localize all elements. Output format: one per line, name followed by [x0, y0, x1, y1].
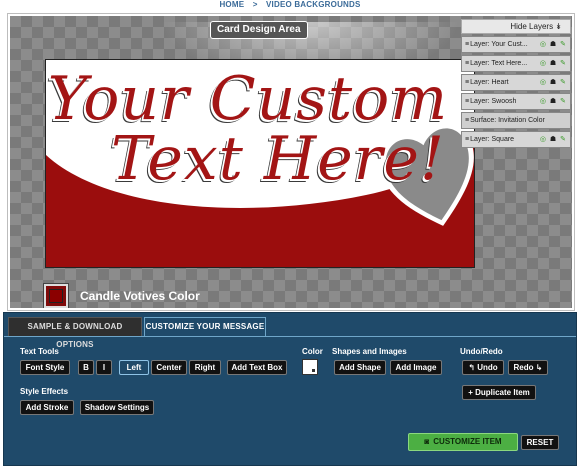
shapes-images-label: Shapes and Images [332, 347, 407, 356]
redo-icon: ↳ [535, 363, 543, 372]
add-stroke-button[interactable]: Add Stroke [20, 400, 74, 415]
style-effects-label: Style Effects [20, 387, 69, 396]
tab-divider [4, 336, 576, 337]
swatch-fill [49, 289, 63, 303]
lock-icon[interactable]: ≡ [465, 60, 469, 67]
add-text-box-button[interactable]: Add Text Box [227, 360, 287, 375]
card-text-line-1[interactable]: Your Custom [46, 66, 462, 132]
camera-icon: ◙ [424, 437, 430, 446]
layer-row-swoosh[interactable]: ≡Layer: Swoosh ◎ ☗ ✎ [461, 93, 571, 110]
card-text-line-2[interactable]: Text Here! [64, 126, 474, 192]
hide-layers-button[interactable]: Hide Layers ↡ [461, 19, 571, 34]
customize-item-button[interactable]: ◙ CUSTOMIZE ITEM [408, 433, 518, 451]
card-canvas[interactable]: Your Custom Text Here! [45, 59, 475, 268]
breadcrumb-current-link[interactable]: VIDEO BACKGROUNDS [266, 0, 361, 9]
person-icon[interactable]: ☗ [550, 60, 557, 67]
undo-button[interactable]: ↰ Undo [462, 360, 504, 375]
edit-icon[interactable]: ✎ [560, 98, 567, 105]
edit-icon[interactable]: ✎ [560, 41, 567, 48]
tab-sample-download[interactable]: SAMPLE & DOWNLOAD OPTIONS [8, 317, 142, 349]
card-design-area-title: Card Design Area [210, 21, 308, 39]
layer-row-heart[interactable]: ≡Layer: Heart ◎ ☗ ✎ [461, 74, 571, 91]
layers-panel: Hide Layers ↡ ≡Layer: Your Cust... ◎ ☗ ✎… [461, 19, 571, 150]
layer-label: Layer: Text Here... [470, 60, 528, 67]
layer-label: Layer: Swoosh [470, 98, 517, 105]
layer-label: Layer: Your Cust... [470, 41, 528, 48]
duplicate-item-button[interactable]: + Duplicate Item [462, 385, 536, 400]
customization-panel: SAMPLE & DOWNLOAD OPTIONS CUSTOMIZE YOUR… [3, 312, 577, 466]
visibility-icon[interactable]: ◎ [540, 79, 547, 86]
undo-label: Undo [477, 363, 498, 372]
layer-actions: ◎ ☗ ✎ [540, 56, 567, 71]
text-tools-label: Text Tools [20, 347, 59, 356]
tab-customize-message[interactable]: CUSTOMIZE YOUR MESSAGE [144, 317, 266, 337]
visibility-icon[interactable]: ◎ [540, 60, 547, 67]
edit-icon[interactable]: ✎ [560, 136, 567, 143]
layer-actions: ◎ ☗ ✎ [540, 94, 567, 109]
edit-icon[interactable]: ✎ [560, 60, 567, 67]
text-color-picker[interactable] [302, 359, 318, 375]
hide-layers-label: Hide Layers [510, 22, 554, 31]
redo-label: Redo [513, 363, 534, 372]
customize-item-label: CUSTOMIZE ITEM [433, 437, 502, 446]
plus-icon: + [468, 388, 473, 397]
breadcrumb: HOME > VIDEO BACKGROUNDS [0, 0, 580, 14]
bold-button[interactable]: B [78, 360, 94, 375]
layer-row-your-custom[interactable]: ≡Layer: Your Cust... ◎ ☗ ✎ [461, 36, 571, 53]
lock-icon[interactable]: ≡ [465, 79, 469, 86]
lock-icon[interactable]: ≡ [465, 136, 469, 143]
layer-row-text-here[interactable]: ≡Layer: Text Here... ◎ ☗ ✎ [461, 55, 571, 72]
person-icon[interactable]: ☗ [550, 79, 557, 86]
breadcrumb-separator: > [252, 0, 258, 9]
edit-icon[interactable]: ✎ [560, 79, 567, 86]
candle-votives-color-label: Candle Votives Color [80, 289, 200, 303]
align-center-button[interactable]: Center [151, 360, 187, 375]
add-image-button[interactable]: Add Image [390, 360, 442, 375]
person-icon[interactable]: ☗ [550, 136, 557, 143]
breadcrumb-home-link[interactable]: HOME [219, 0, 244, 9]
align-right-button[interactable]: Right [189, 360, 221, 375]
align-left-button[interactable]: Left [119, 360, 149, 375]
lock-icon[interactable]: ≡ [465, 117, 469, 124]
font-style-button[interactable]: Font Style [20, 360, 70, 375]
candle-votives-color-swatch[interactable] [43, 283, 69, 308]
person-icon[interactable]: ☗ [550, 41, 557, 48]
duplicate-label: Duplicate Item [475, 388, 530, 397]
layer-actions: ◎ ☗ ✎ [540, 132, 567, 147]
shadow-settings-button[interactable]: Shadow Settings [80, 400, 154, 415]
lock-icon[interactable]: ≡ [465, 98, 469, 105]
layer-actions: ◎ ☗ ✎ [540, 75, 567, 90]
color-label: Color [302, 347, 323, 356]
add-shape-button[interactable]: Add Shape [334, 360, 386, 375]
undo-redo-label: Undo/Redo [460, 347, 503, 356]
lock-icon[interactable]: ≡ [465, 41, 469, 48]
layer-row-square[interactable]: ≡Layer: Square ◎ ☗ ✎ [461, 131, 571, 148]
layer-label: Layer: Heart [470, 79, 509, 86]
layer-label: Surface: Invitation Color [470, 117, 545, 124]
card-design-stage: Card Design Area Your Custom Text Here! … [7, 13, 575, 311]
person-icon[interactable]: ☗ [550, 98, 557, 105]
layer-row-surface[interactable]: ≡Surface: Invitation Color [461, 112, 571, 129]
undo-icon: ↰ [468, 363, 476, 372]
visibility-icon[interactable]: ◎ [540, 41, 547, 48]
visibility-icon[interactable]: ◎ [540, 98, 547, 105]
reset-button[interactable]: RESET [521, 435, 559, 450]
redo-button[interactable]: Redo ↳ [508, 360, 548, 375]
layer-actions: ◎ ☗ ✎ [540, 37, 567, 52]
visibility-icon[interactable]: ◎ [540, 136, 547, 143]
italic-button[interactable]: I [96, 360, 112, 375]
layer-label: Layer: Square [470, 136, 515, 143]
